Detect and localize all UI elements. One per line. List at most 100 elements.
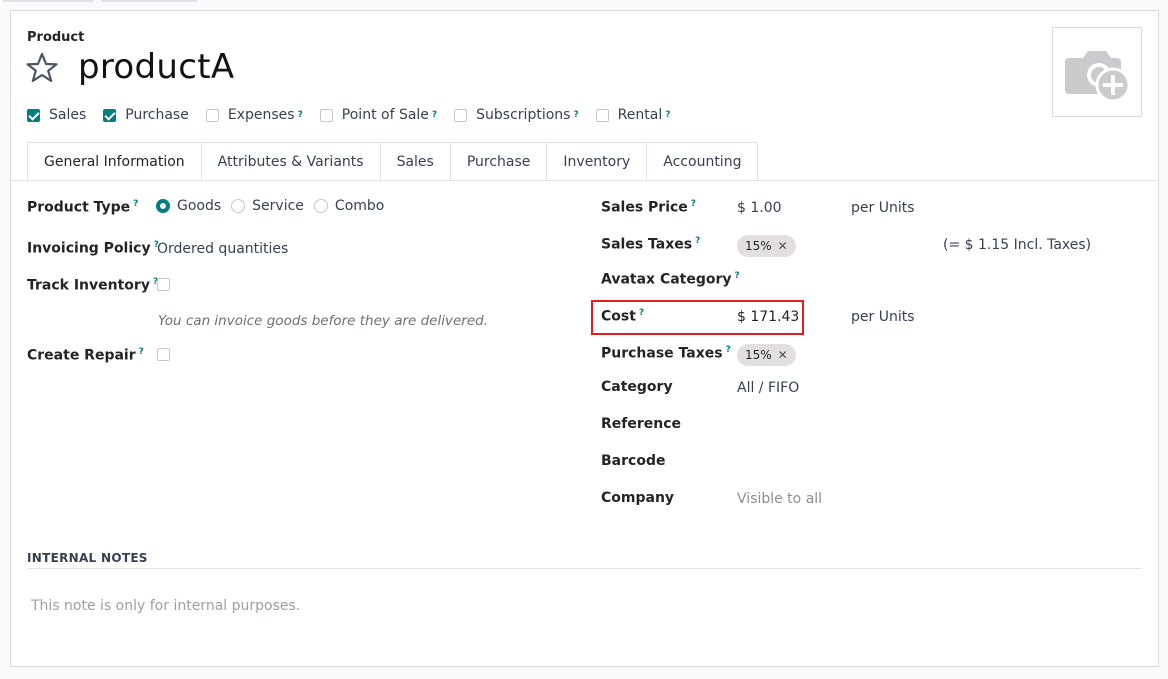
invoicing-policy-label: Invoicing Policy?	[27, 240, 159, 257]
flag-sales[interactable]: Sales	[27, 107, 86, 123]
sales-tax-tag: 15% ✕	[737, 235, 796, 257]
help-icon[interactable]: ?	[691, 199, 696, 209]
avatax-category-label: Avatax Category?	[601, 271, 740, 288]
product-type-label-text: Product Type	[27, 199, 131, 216]
radio-service[interactable]: Service	[231, 198, 304, 214]
rental-checkbox[interactable]	[595, 108, 609, 122]
help-icon[interactable]: ?	[139, 347, 144, 357]
sales-price-label-text: Sales Price	[601, 199, 688, 216]
reference-label: Reference	[601, 416, 682, 432]
flag-point-of-sale[interactable]: Point of Sale?	[319, 107, 437, 123]
invoicing-policy-label-text: Invoicing Policy	[27, 240, 151, 257]
create-repair-label-text: Create Repair	[27, 347, 136, 364]
sales-taxes-label: Sales Taxes?	[601, 236, 700, 253]
category-label: Category	[601, 379, 673, 395]
category-input[interactable]: All / FIFO	[737, 380, 799, 396]
barcode-label: Barcode	[601, 453, 666, 469]
company-input[interactable]: Visible to all	[737, 491, 822, 507]
breadcrumb-stub-2	[101, 0, 197, 2]
help-icon[interactable]: ?	[695, 236, 700, 246]
radio-combo-button[interactable]	[313, 199, 328, 213]
point-of-sale-checkbox[interactable]	[319, 108, 333, 122]
sales-taxes-included-text: (= $ 1.15 Incl. Taxes)	[943, 237, 1092, 253]
cost-label-text: Cost	[601, 308, 636, 325]
sales-checkbox[interactable]	[27, 108, 40, 122]
help-icon[interactable]: ?	[573, 110, 578, 120]
sales-price-input[interactable]: $ 1.00	[737, 200, 782, 216]
create-repair-label: Create Repair?	[27, 347, 144, 364]
invoice-hint-text: You can invoice goods before they are de…	[158, 313, 488, 329]
radio-combo-label: Combo	[334, 198, 385, 214]
cost-input[interactable]: $ 171.43	[737, 309, 799, 325]
close-icon[interactable]: ✕	[778, 239, 788, 253]
help-icon[interactable]: ?	[639, 308, 644, 318]
purchase-tax-tag: 15% ✕	[737, 344, 796, 366]
tab-general-information[interactable]: General Information	[27, 142, 202, 181]
avatax-category-label-text: Avatax Category	[601, 271, 732, 288]
sales-price-unit: per Units	[851, 200, 915, 216]
tab-purchase[interactable]: Purchase	[450, 142, 548, 181]
track-inventory-checkbox[interactable]	[157, 278, 170, 291]
flag-expenses[interactable]: Expenses?	[205, 107, 303, 123]
notebook-tabs: General Information Attributes & Variant…	[27, 142, 759, 181]
tab-attributes-variants[interactable]: Attributes & Variants	[201, 142, 381, 181]
track-inventory-label-text: Track Inventory	[27, 277, 150, 294]
help-icon[interactable]: ?	[726, 345, 731, 355]
product-flags: Sales Purchase Expenses? Point of Sale? …	[27, 105, 687, 125]
help-icon[interactable]: ?	[432, 110, 437, 120]
record-type-label: Product	[27, 30, 85, 45]
product-type-radio-group: Goods Service Combo	[156, 198, 394, 214]
company-label: Company	[601, 490, 675, 506]
flag-subscriptions[interactable]: Subscriptions?	[454, 107, 579, 123]
radio-service-button[interactable]	[231, 199, 246, 213]
product-form-sheet: Product productA Sales Purchase Expenses…	[10, 10, 1159, 667]
tab-sales[interactable]: Sales	[380, 142, 451, 181]
flag-rental-label: Rental	[617, 107, 663, 123]
radio-service-label: Service	[252, 198, 304, 214]
purchase-tax-tag-label: 15%	[745, 348, 772, 362]
radio-goods[interactable]: Goods	[156, 198, 221, 214]
track-inventory-label: Track Inventory?	[27, 277, 158, 294]
favorite-star-icon[interactable]	[25, 51, 59, 85]
tab-divider	[11, 180, 1158, 181]
close-icon[interactable]: ✕	[778, 348, 788, 362]
radio-goods-label: Goods	[177, 198, 222, 214]
help-icon[interactable]: ?	[133, 199, 138, 209]
flag-purchase-label: Purchase	[125, 107, 189, 123]
expenses-checkbox[interactable]	[205, 108, 219, 122]
internal-notes-editor[interactable]: This note is only for internal purposes.	[31, 598, 300, 614]
help-icon[interactable]: ?	[298, 110, 303, 120]
sales-price-label: Sales Price?	[601, 199, 696, 216]
cost-unit: per Units	[851, 309, 915, 325]
flag-purchase[interactable]: Purchase	[103, 107, 189, 123]
breadcrumb-stub-1	[3, 0, 94, 2]
internal-notes-divider	[27, 568, 1142, 569]
product-name-field[interactable]: productA	[78, 47, 234, 87]
tab-accounting[interactable]: Accounting	[647, 142, 759, 181]
subscriptions-checkbox[interactable]	[454, 108, 468, 122]
product-image-upload[interactable]	[1052, 27, 1142, 117]
purchase-checkbox[interactable]	[103, 108, 117, 122]
flag-rental[interactable]: Rental?	[595, 107, 670, 123]
help-icon[interactable]: ?	[735, 271, 740, 281]
purchase-taxes-label: Purchase Taxes?	[601, 345, 731, 362]
invoicing-policy-select[interactable]: Ordered quantities	[157, 241, 288, 257]
flag-subscriptions-label: Subscriptions	[476, 107, 571, 123]
purchase-taxes-label-text: Purchase Taxes	[601, 345, 723, 362]
create-repair-checkbox[interactable]	[157, 348, 170, 361]
flag-pos-label: Point of Sale	[341, 107, 429, 123]
product-type-label: Product Type?	[27, 199, 138, 216]
barcode-input[interactable]	[737, 453, 1137, 473]
camera-add-icon	[1065, 51, 1131, 103]
sales-tax-tag-label: 15%	[745, 239, 772, 253]
help-icon[interactable]: ?	[665, 110, 670, 120]
tab-inventory[interactable]: Inventory	[547, 142, 648, 181]
cost-label: Cost?	[601, 308, 644, 325]
flag-sales-label: Sales	[49, 107, 87, 123]
reference-input[interactable]	[737, 416, 1137, 436]
internal-notes-heading: INTERNAL NOTES	[27, 551, 148, 565]
sales-taxes-label-text: Sales Taxes	[601, 236, 693, 253]
flag-expenses-label: Expenses	[227, 107, 295, 123]
radio-combo[interactable]: Combo	[313, 198, 385, 214]
radio-goods-button[interactable]	[156, 199, 170, 213]
